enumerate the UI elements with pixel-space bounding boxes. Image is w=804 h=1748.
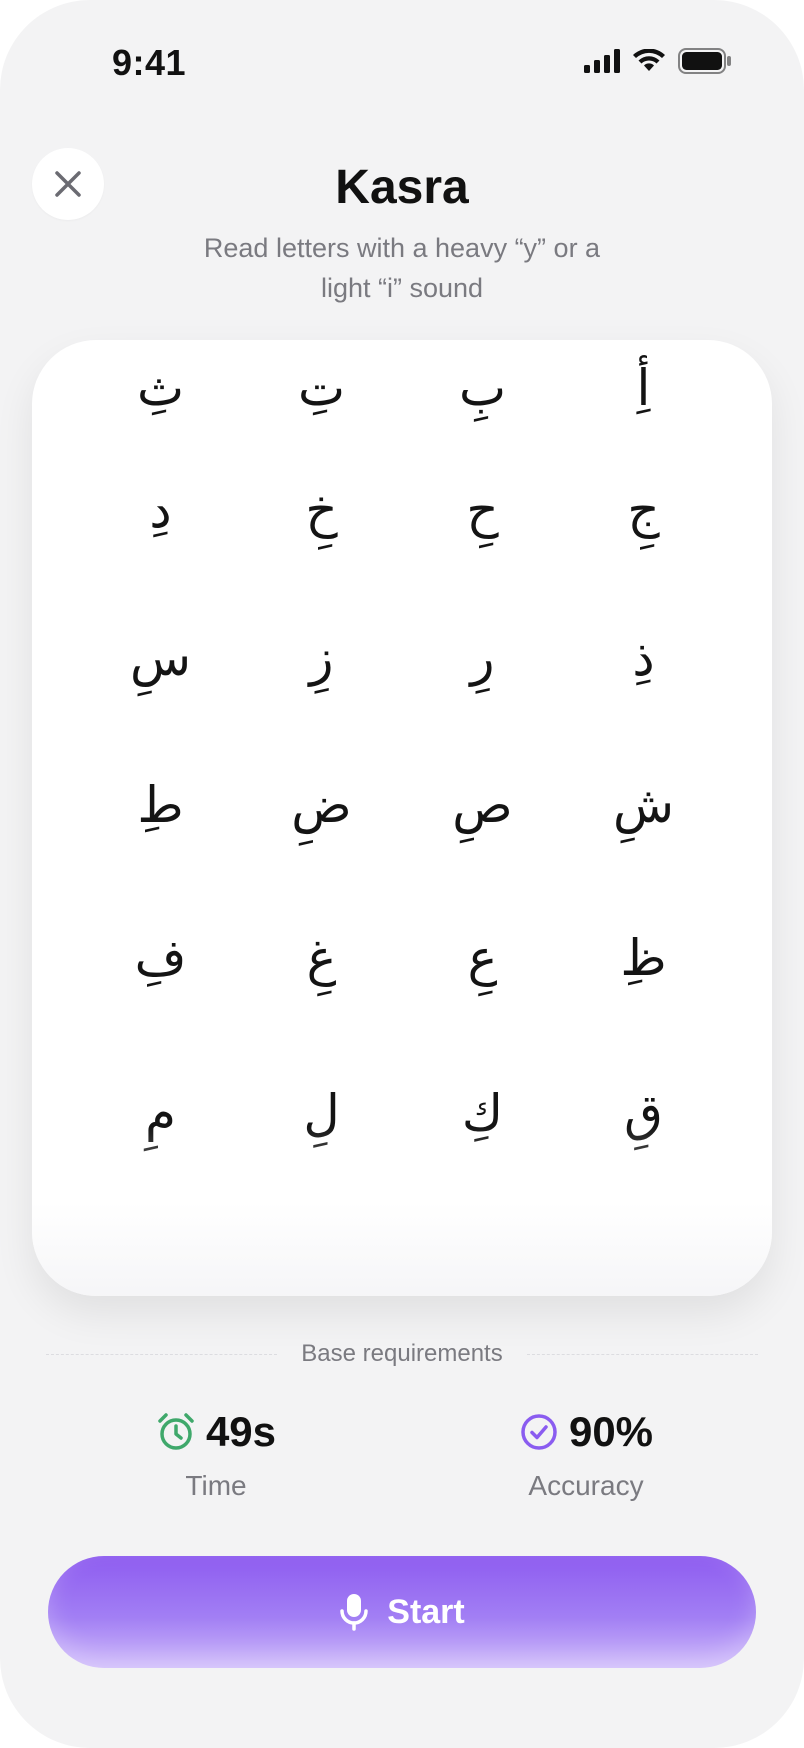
letter-glyph: خِ: [305, 481, 338, 539]
letters-grid: أِ بِ تِ ثِ جِ حِ خِ دِ ذِ رِ زِ سِ شِ صِ ضِ طِ ظِ عِ غِ فِ…: [32, 340, 772, 1296]
letter-cell: خِ: [241, 435, 402, 585]
accuracy-label: Accuracy: [528, 1470, 644, 1501]
letter-glyph: فِ: [134, 928, 187, 987]
wifi-icon: [633, 49, 665, 71]
letter-cell: صِ: [402, 730, 563, 880]
letter-glyph: تِ: [297, 358, 346, 417]
letter-glyph: جِ: [627, 481, 660, 539]
alarm-clock-icon: [158, 1413, 194, 1450]
letter-cell: أِ: [563, 340, 724, 435]
letter-cell: سِ: [80, 585, 241, 730]
letter-cell: قِ: [563, 1035, 724, 1190]
status-time: 9:41: [112, 42, 187, 83]
letter-glyph: ضِ: [291, 776, 352, 834]
time-requirement: 49s Time: [96, 1408, 336, 1502]
letter-cell: دِ: [80, 435, 241, 585]
letter-cell: تِ: [241, 340, 402, 435]
signal-icon: [584, 49, 620, 73]
letter-glyph: ذِ: [632, 628, 655, 687]
letter-glyph: دِ: [149, 481, 172, 539]
letter-cell: شِ: [563, 730, 724, 880]
letter-glyph: صِ: [452, 776, 513, 834]
letter-glyph: لِ: [303, 1083, 340, 1142]
letter-cell: بِ: [402, 340, 563, 435]
start-label: Start: [387, 1592, 465, 1631]
letter-glyph: قِ: [624, 1083, 663, 1142]
letter-glyph: بِ: [458, 358, 507, 417]
phone-screen: 9:41 Kasra Read letters with a heavy “y”…: [0, 0, 804, 1748]
letter-cell: جِ: [563, 435, 724, 585]
letter-cell: عِ: [402, 880, 563, 1035]
letter-glyph: ظِ: [620, 928, 667, 987]
page-title: Kasra: [335, 161, 469, 214]
accuracy-value: 90%: [568, 1408, 654, 1455]
letter-glyph: عِ: [467, 928, 498, 987]
letter-cell: لِ: [241, 1035, 402, 1190]
letter-cell: ضِ: [241, 730, 402, 880]
time-value: 49s: [205, 1408, 277, 1455]
status-icons: [584, 48, 732, 74]
page-subtitle: Read letters with a heavy “y” or a light…: [203, 233, 601, 303]
letter-cell: حِ: [402, 435, 563, 585]
letter-cell: طِ: [80, 730, 241, 880]
letter-cell: ظِ: [563, 880, 724, 1035]
time-label: Time: [185, 1470, 247, 1501]
letters-card: أِ بِ تِ ثِ جِ حِ خِ دِ ذِ رِ زِ سِ شِ صِ ضِ طِ ظِ عِ غِ فِ…: [32, 340, 772, 1296]
requirements-divider: Base requirements: [46, 1340, 758, 1368]
microphone-icon: [340, 1594, 369, 1631]
letter-glyph: ثِ: [136, 358, 185, 417]
divider-line-left: [46, 1353, 278, 1355]
requirements-label: Base requirements: [301, 1340, 503, 1367]
letter-glyph: شِ: [612, 776, 675, 834]
letter-glyph: زِ: [309, 628, 334, 687]
letter-glyph: سِ: [129, 628, 192, 687]
letter-cell: فِ: [80, 880, 241, 1035]
letter-glyph: طِ: [137, 776, 184, 834]
divider-line-right: [526, 1353, 758, 1355]
letter-glyph: حِ: [466, 481, 499, 539]
letter-glyph: أِ: [636, 358, 651, 417]
start-button[interactable]: Start: [48, 1556, 756, 1668]
letter-cell: مِ: [80, 1035, 241, 1190]
letter-cell: ذِ: [563, 585, 724, 730]
letter-cell: رِ: [402, 585, 563, 730]
letter-cell: زِ: [241, 585, 402, 730]
letter-cell: كِ: [402, 1035, 563, 1190]
letter-cell: غِ: [241, 880, 402, 1035]
letter-glyph: مِ: [145, 1083, 176, 1142]
accuracy-requirement: 90% Accuracy: [466, 1408, 706, 1502]
letter-glyph: غِ: [306, 928, 337, 987]
letter-glyph: رِ: [470, 628, 495, 687]
battery-icon: [678, 48, 731, 74]
letter-glyph: كِ: [461, 1083, 504, 1142]
letter-cell: ثِ: [80, 340, 241, 435]
check-circle-icon: [521, 1414, 557, 1450]
